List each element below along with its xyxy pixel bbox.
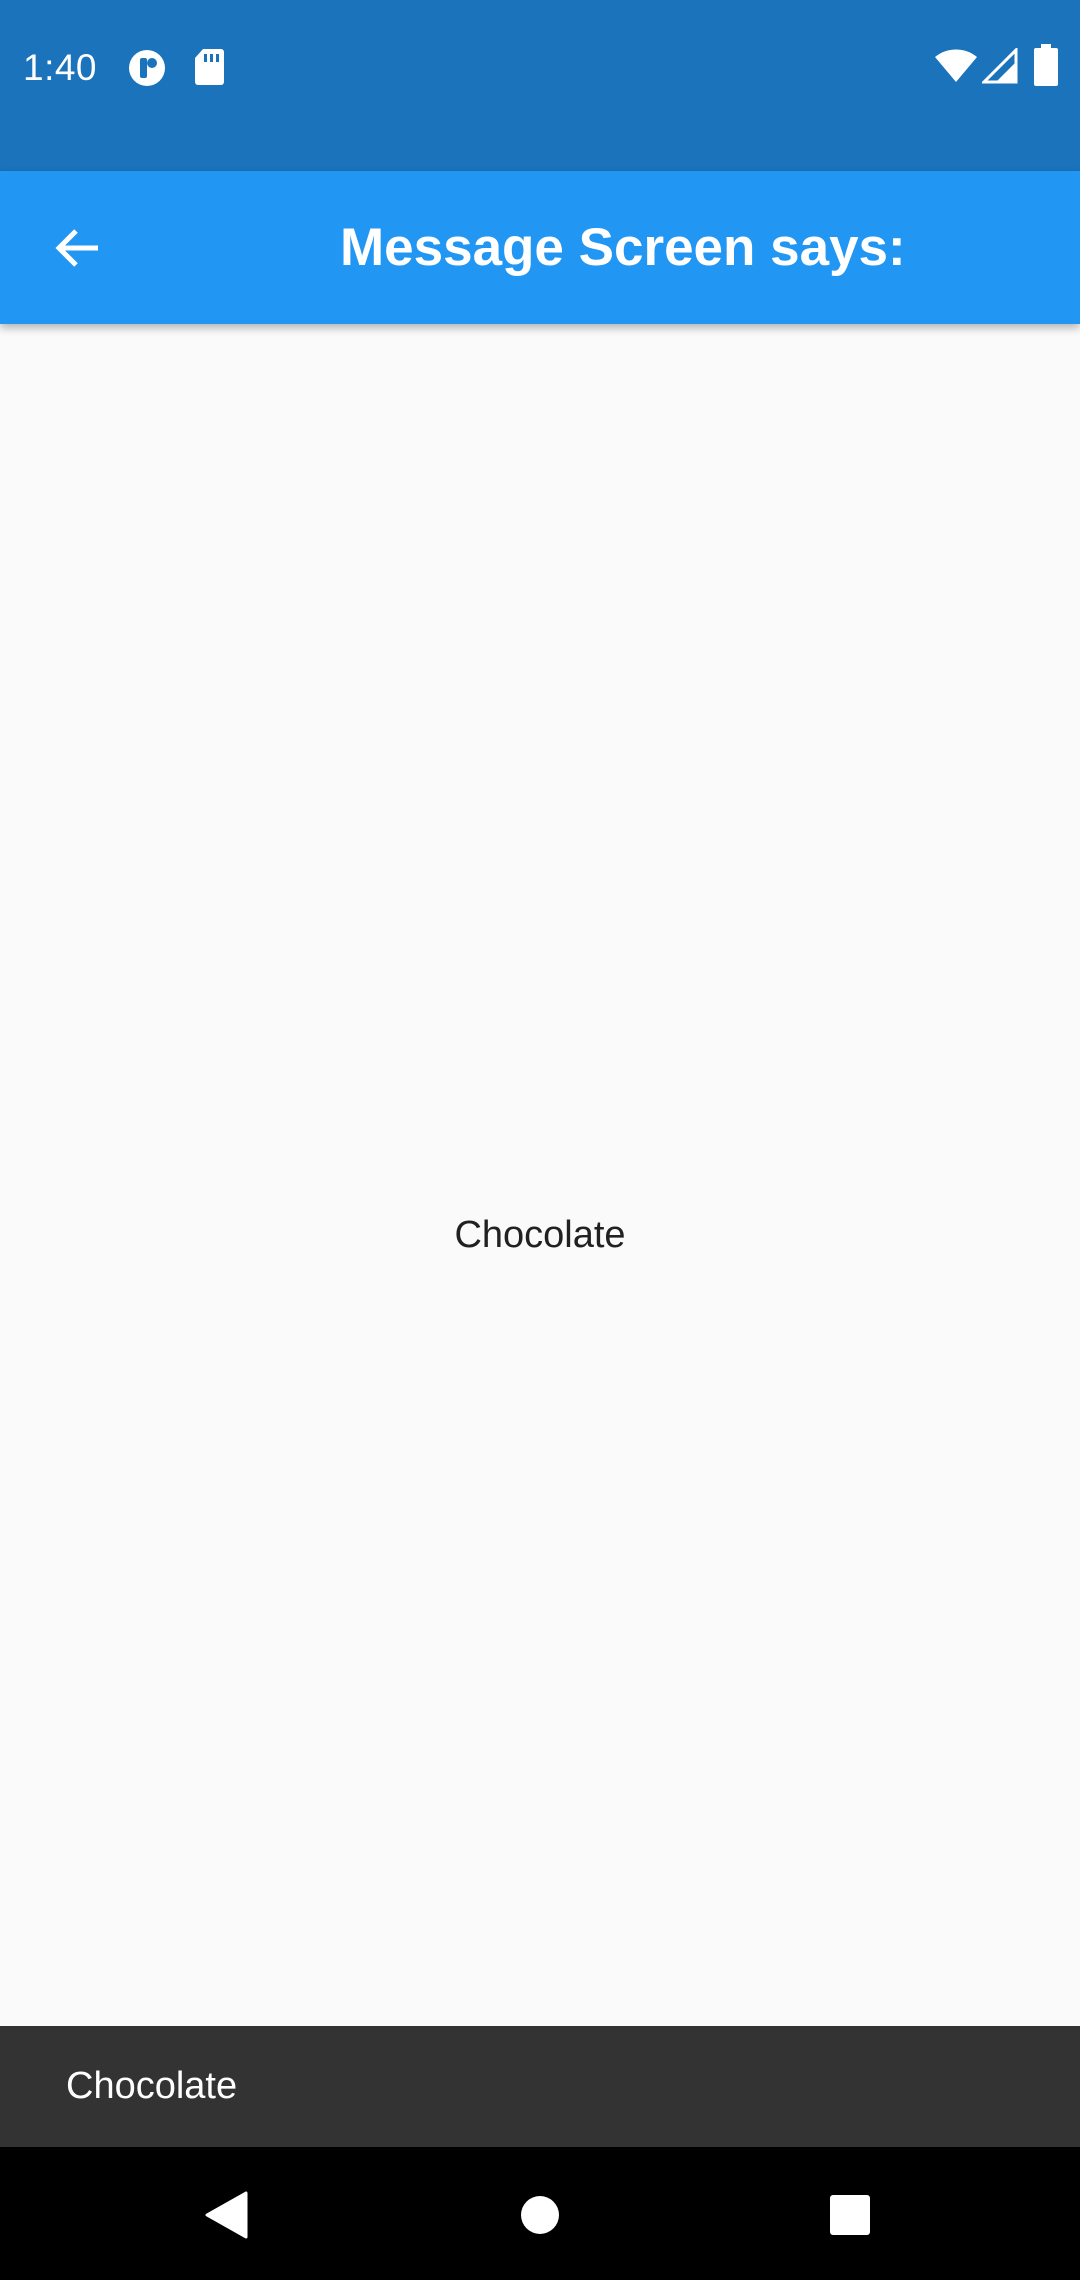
message-text: Chocolate: [454, 1214, 626, 1256]
nav-recents-button[interactable]: [810, 2175, 890, 2255]
battery-icon: [1034, 44, 1058, 86]
nav-back-button[interactable]: [186, 2175, 266, 2255]
back-icon: [205, 2191, 248, 2239]
wifi-icon: [935, 49, 977, 82]
status-time: 1:40: [23, 47, 98, 88]
snackbar-text: Chocolate: [66, 2065, 238, 2107]
data-saver-icon: [129, 50, 165, 86]
navigation-bar: [0, 2147, 1080, 2280]
nav-home-button[interactable]: [500, 2175, 580, 2255]
back-button[interactable]: [36, 207, 118, 289]
cell-signal-icon: [982, 48, 1018, 84]
snackbar: Chocolate: [0, 2026, 1080, 2147]
app-bar: Message Screen says:: [0, 171, 1080, 324]
screen: 1:40 Message Screen says: Chocolate Choc…: [0, 0, 1080, 2280]
sd-card-icon: [195, 49, 224, 85]
status-bar: 1:40: [0, 0, 1080, 171]
home-icon: [521, 2196, 559, 2234]
page-title: Message Screen says:: [340, 218, 906, 277]
recents-icon: [830, 2195, 870, 2235]
main-content: Chocolate: [0, 324, 1080, 2026]
arrow-back-icon: [55, 229, 98, 267]
